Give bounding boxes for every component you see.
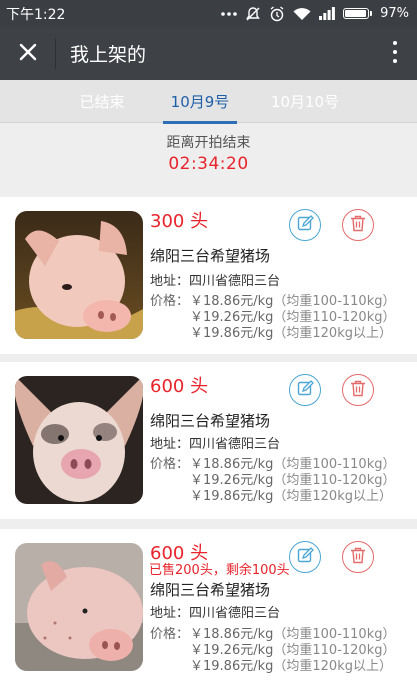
more-vertical-icon — [393, 41, 397, 63]
price-tier: ￥19.86元/kg（均重120kg以上） — [190, 489, 392, 504]
listing-card[interactable]: 600 头 绵阳三台希望猪场 地址：四川省德阳三台 价格： ￥18.86元/kg… — [0, 362, 417, 519]
farm-name: 绵阳三台希望猪场 — [150, 247, 271, 265]
tab-oct-9[interactable]: 10月9号 — [150, 80, 250, 124]
price-tier: ￥19.86元/kg（均重120kg以上） — [190, 326, 392, 341]
page-title: 我上架的 — [70, 44, 147, 66]
status-bar: 下午1:22 97% — [0, 0, 417, 27]
listing-card[interactable]: 300 头 绵阳三台希望猪场 地址：四川省德阳三台 价格： ￥18.86元/kg… — [0, 197, 417, 354]
edit-icon — [297, 379, 314, 401]
active-tab-indicator — [163, 121, 237, 124]
pig-photo — [15, 376, 143, 504]
tab-ended[interactable]: 已结束 — [52, 80, 152, 123]
listing-quantity: 600 头 — [150, 376, 209, 397]
farm-name: 绵阳三台希望猪场 — [150, 412, 271, 430]
trash-icon — [350, 547, 366, 568]
edit-icon — [297, 546, 314, 568]
tab-label: 10月9号 — [170, 93, 230, 111]
farm-address: 地址：四川省德阳三台 — [150, 437, 281, 452]
tab-label: 已结束 — [79, 93, 125, 111]
close-button[interactable] — [0, 27, 55, 80]
notification-off-icon — [245, 6, 261, 22]
tab-oct-10[interactable]: 10月10号 — [255, 80, 355, 123]
signal-icon — [319, 7, 335, 20]
status-icons: 97% — [221, 5, 409, 22]
listing-card[interactable]: 600 头 已售200头，剩余100头 绵阳三台希望猪场 地址：四川省德阳三台 … — [0, 529, 417, 690]
countdown-timer: 02:34:20 — [168, 154, 249, 174]
price-label: 价格： — [150, 627, 190, 642]
status-time: 下午1:22 — [6, 6, 66, 23]
listing-quantity: 300 头 — [150, 211, 209, 232]
battery-icon — [343, 8, 373, 19]
edit-icon — [297, 214, 314, 236]
more-dots-icon — [221, 11, 237, 17]
edit-button[interactable] — [289, 209, 321, 241]
title-divider — [55, 38, 56, 69]
edit-button[interactable] — [289, 541, 321, 573]
countdown: 距离开拍结束 02:34:20 — [0, 132, 417, 174]
more-menu-button[interactable] — [387, 41, 403, 67]
edit-button[interactable] — [289, 374, 321, 406]
farm-name: 绵阳三台希望猪场 — [150, 581, 271, 599]
farm-address: 地址：四川省德阳三台 — [150, 606, 281, 621]
delete-button[interactable] — [342, 209, 374, 241]
trash-icon — [350, 380, 366, 401]
pig-photo — [15, 211, 143, 339]
price-label: 价格： — [150, 457, 190, 472]
countdown-label: 距离开拍结束 — [166, 135, 251, 151]
tab-label: 10月10号 — [270, 93, 340, 111]
price-label: 价格： — [150, 294, 190, 309]
pig-photo — [15, 543, 143, 671]
battery-percent: 97% — [380, 6, 409, 21]
delete-button[interactable] — [342, 541, 374, 573]
trash-icon — [350, 215, 366, 236]
date-tabs: 已结束 10月9号 10月10号 — [0, 80, 417, 124]
alarm-icon — [269, 5, 285, 22]
price-tier: ￥19.86元/kg（均重120kg以上） — [190, 659, 392, 674]
close-icon — [19, 43, 37, 65]
delete-button[interactable] — [342, 374, 374, 406]
farm-address: 地址：四川省德阳三台 — [150, 274, 281, 289]
sold-remaining: 已售200头，剩余100头 — [149, 563, 290, 578]
title-bar: 我上架的 — [0, 27, 417, 80]
wifi-icon — [293, 7, 311, 21]
